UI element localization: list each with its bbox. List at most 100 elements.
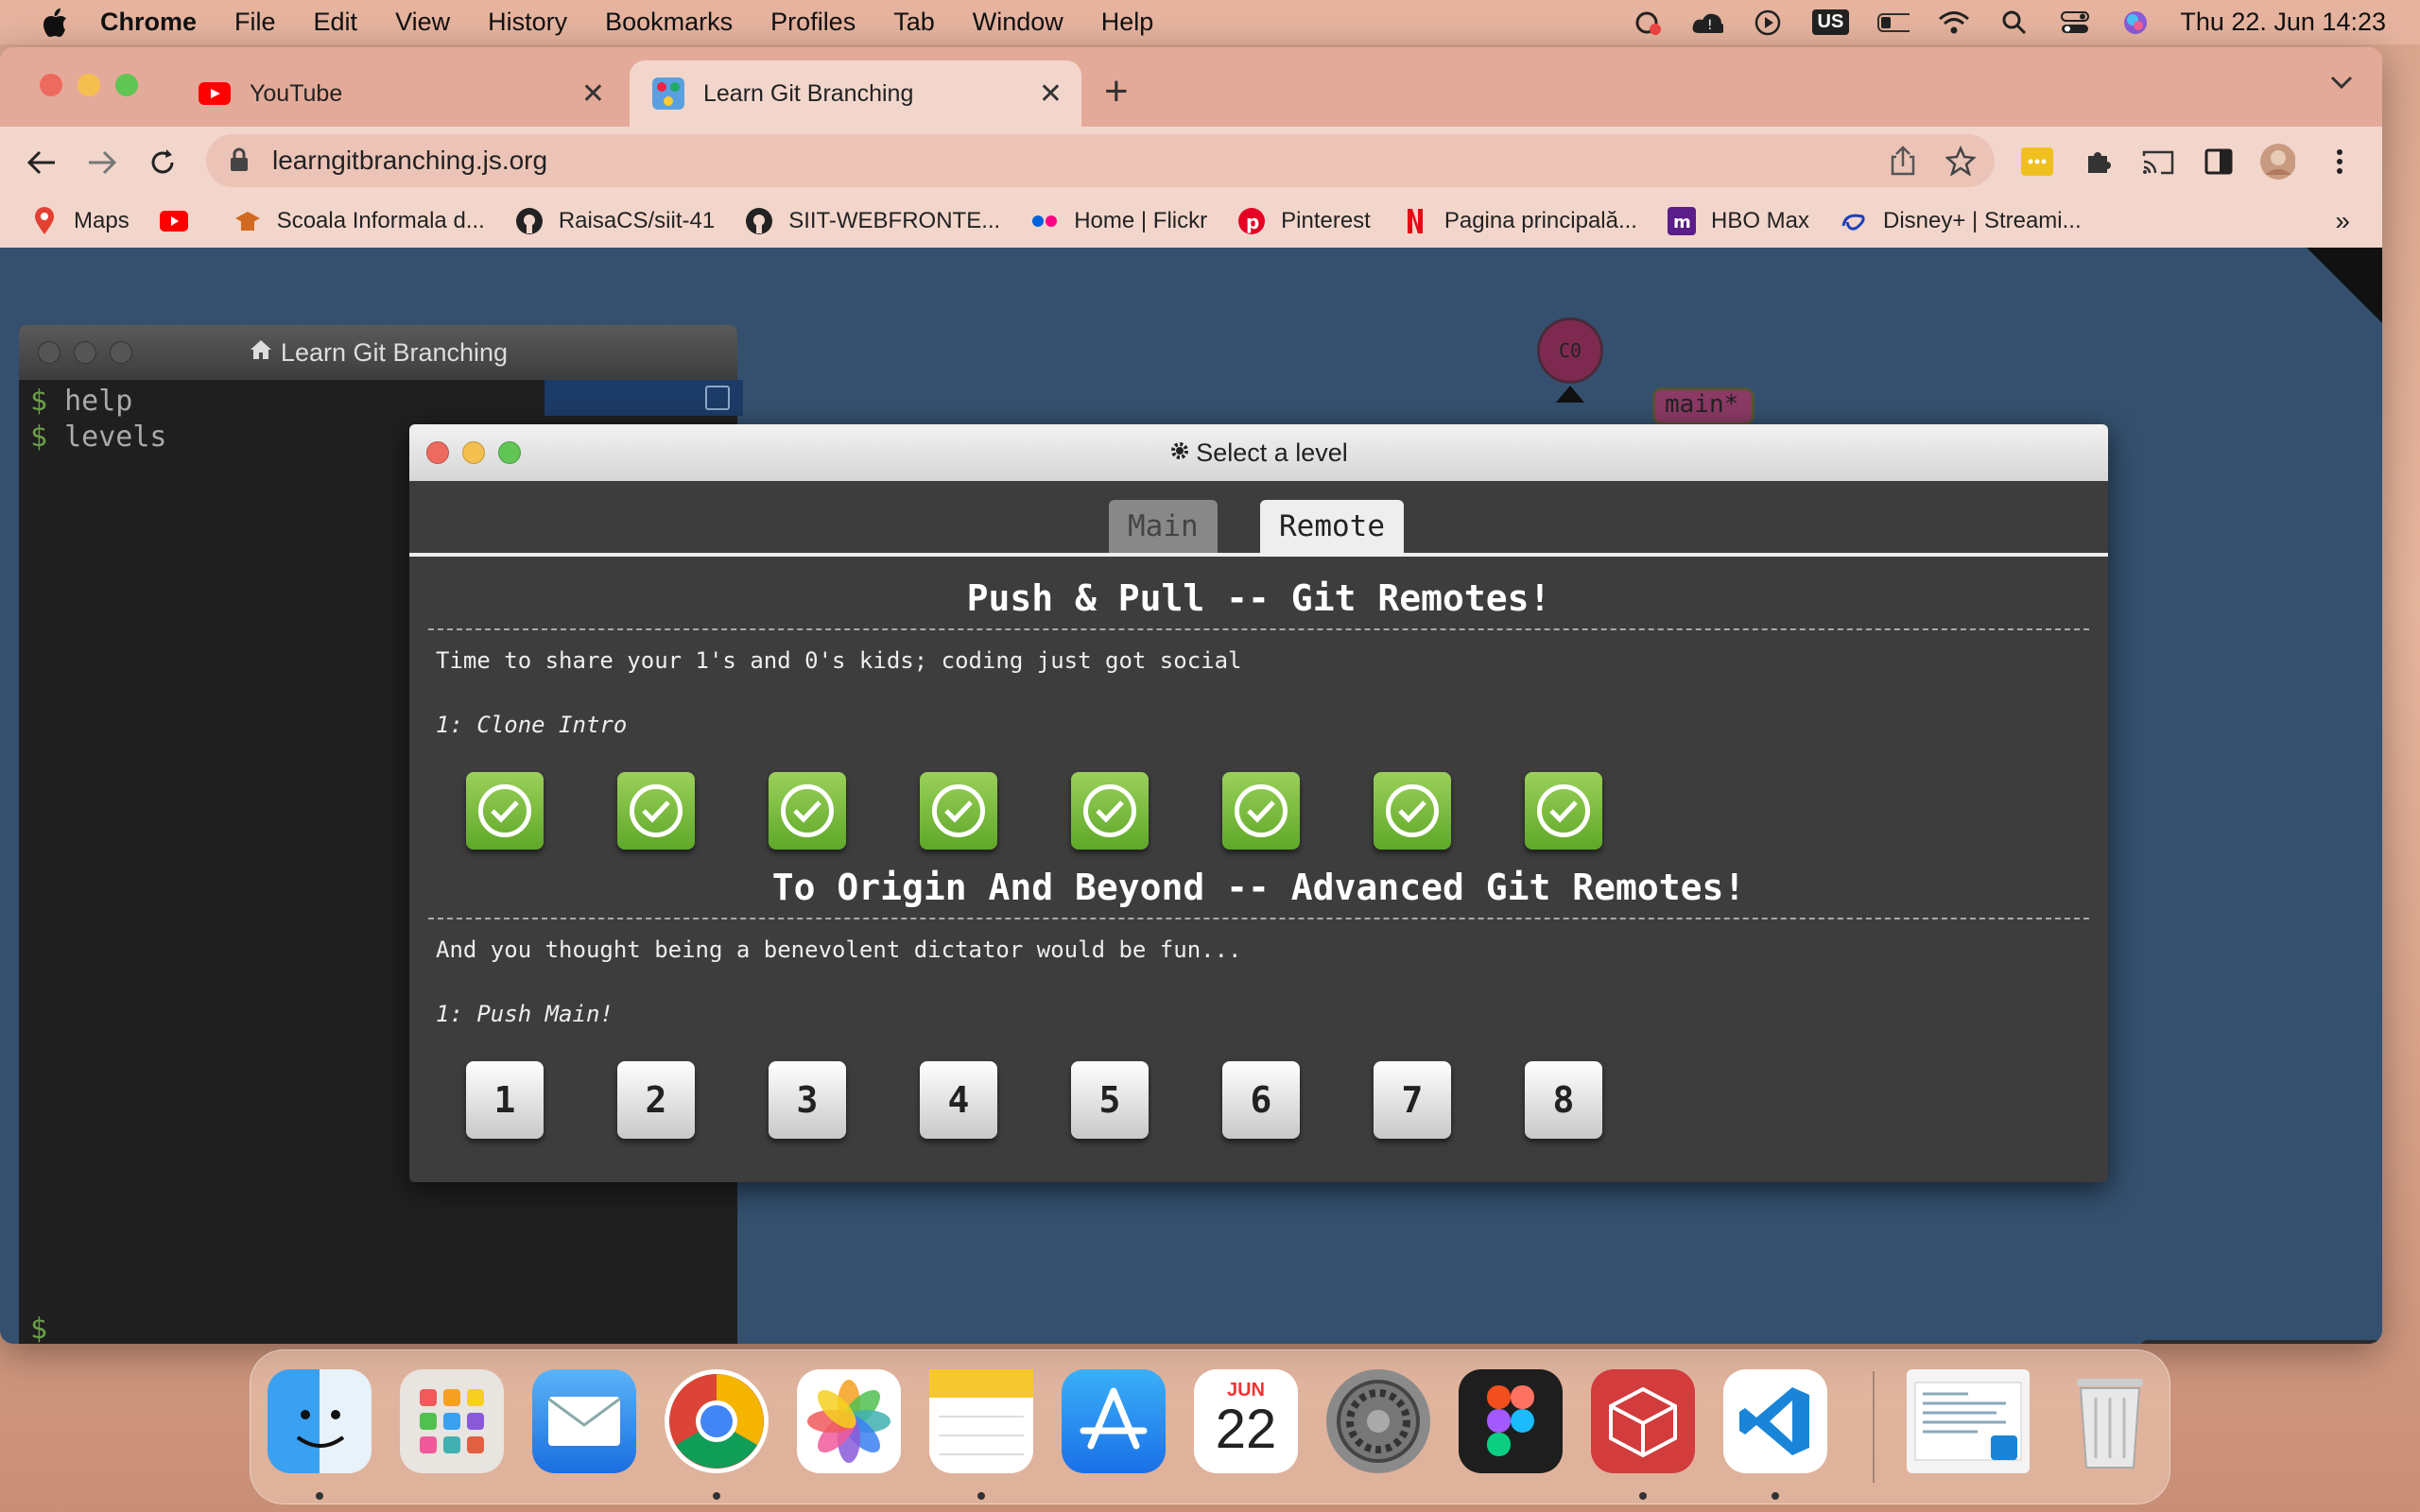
- more-vertical-icon[interactable]: [2322, 144, 2358, 180]
- spotlight-search-icon[interactable]: [1998, 9, 2031, 37]
- input-source-badge[interactable]: US: [1811, 9, 1850, 35]
- bookmark-github-raisacs[interactable]: RaisaCS/siit-41: [515, 207, 715, 235]
- menu-profiles[interactable]: Profiles: [770, 8, 856, 37]
- terminal-zoom-button[interactable]: [110, 341, 132, 364]
- level-5-completed-button[interactable]: [1071, 772, 1149, 850]
- commit-node[interactable]: C0: [1537, 318, 1603, 384]
- level-8-button[interactable]: 8: [1525, 1061, 1602, 1139]
- bookmark-star-icon[interactable]: [1945, 145, 1977, 177]
- extensions-puzzle-icon[interactable]: [2080, 144, 2116, 180]
- tab-remote[interactable]: Remote: [1260, 500, 1404, 553]
- level-4-completed-button[interactable]: [920, 772, 997, 850]
- side-panel-icon[interactable]: [2201, 144, 2237, 180]
- bookmark-pinterest[interactable]: p Pinterest: [1237, 207, 1371, 235]
- bookmark-scoala-informala[interactable]: Scoala Informala d...: [233, 207, 485, 235]
- photos-icon[interactable]: [797, 1369, 901, 1473]
- checkbox-icon[interactable]: [705, 386, 730, 410]
- level-4-button[interactable]: 4: [920, 1061, 997, 1139]
- level-5-button[interactable]: 5: [1071, 1061, 1149, 1139]
- menu-help[interactable]: Help: [1101, 8, 1154, 37]
- menu-bookmarks[interactable]: Bookmarks: [605, 8, 733, 37]
- tab-close-icon[interactable]: ✕: [581, 77, 605, 111]
- close-window-button[interactable]: [40, 74, 62, 96]
- github-corner-icon[interactable]: [2307, 248, 2382, 323]
- play-circle-icon[interactable]: [1752, 9, 1784, 37]
- new-tab-button[interactable]: +: [1104, 68, 1129, 115]
- bookmark-hbo-max[interactable]: m HBO Max: [1667, 207, 1809, 235]
- apple-icon[interactable]: [36, 4, 74, 42]
- control-center-icon[interactable]: [2059, 9, 2091, 37]
- bookmark-flickr[interactable]: Home | Flickr: [1030, 207, 1207, 235]
- extension-yellow-icon[interactable]: [2019, 144, 2055, 180]
- finder-icon[interactable]: [268, 1369, 372, 1473]
- dialog-close-button[interactable]: [426, 441, 449, 464]
- url-text[interactable]: learngitbranching.js.org: [272, 146, 547, 176]
- siri-icon[interactable]: [2119, 9, 2152, 37]
- trash-icon[interactable]: [2058, 1369, 2162, 1473]
- menu-app-name[interactable]: Chrome: [100, 8, 197, 37]
- chrome-icon[interactable]: [665, 1369, 769, 1473]
- terminal-close-button[interactable]: [38, 341, 60, 364]
- branch-label[interactable]: main*: [1652, 387, 1754, 425]
- dialog-minimize-button[interactable]: [462, 441, 485, 464]
- level-7-completed-button[interactable]: [1374, 772, 1451, 850]
- wifi-icon[interactable]: [1938, 9, 1970, 37]
- profile-avatar[interactable]: [2259, 144, 2295, 180]
- sequence-description: And you thought being a benevolent dicta…: [436, 936, 1242, 963]
- level-6-completed-button[interactable]: [1222, 772, 1300, 850]
- level-2-button[interactable]: 2: [617, 1061, 695, 1139]
- cast-icon[interactable]: [2140, 144, 2176, 180]
- bookmark-youtube[interactable]: [159, 207, 203, 235]
- menubar-clock[interactable]: Thu 22. Jun 14:23: [2180, 8, 2386, 37]
- reload-icon[interactable]: [144, 144, 182, 181]
- notes-icon[interactable]: [929, 1369, 1033, 1473]
- level-3-button[interactable]: 3: [769, 1061, 846, 1139]
- level-1-button[interactable]: 1: [466, 1061, 544, 1139]
- zoom-window-button[interactable]: [115, 74, 138, 96]
- menu-tab[interactable]: Tab: [893, 8, 935, 37]
- bookmark-github-siit[interactable]: SIIT-WEBFRONTE...: [745, 207, 1000, 235]
- share-icon[interactable]: [1889, 146, 1919, 176]
- cloud-alert-icon[interactable]: !: [1691, 9, 1723, 37]
- menu-history[interactable]: History: [488, 8, 567, 37]
- launchpad-icon[interactable]: [400, 1369, 504, 1473]
- menu-edit[interactable]: Edit: [314, 8, 358, 37]
- vscode-icon[interactable]: [1723, 1369, 1827, 1473]
- bookmark-disney-plus[interactable]: Disney+ | Streami...: [1840, 207, 2082, 235]
- tab-learn-git-branching[interactable]: Learn Git Branching ✕: [630, 60, 1081, 127]
- menu-view[interactable]: View: [395, 8, 450, 37]
- tab-main[interactable]: Main: [1109, 500, 1218, 553]
- level-8-completed-button[interactable]: [1525, 772, 1602, 850]
- menu-window[interactable]: Window: [973, 8, 1063, 37]
- terminal-minimize-button[interactable]: [74, 341, 96, 364]
- tab-close-icon[interactable]: ✕: [1039, 77, 1063, 111]
- figma-icon[interactable]: [1459, 1369, 1563, 1473]
- dialog-zoom-button[interactable]: [498, 441, 521, 464]
- tab-search-chevron-icon[interactable]: [2329, 74, 2354, 95]
- system-settings-icon[interactable]: [1326, 1369, 1430, 1473]
- forward-arrow-icon[interactable]: [83, 144, 121, 181]
- level-3-completed-button[interactable]: [769, 772, 846, 850]
- rubiks-cube-app-icon[interactable]: [1591, 1369, 1695, 1473]
- recent-document-thumbnail[interactable]: [1907, 1369, 2030, 1473]
- tab-youtube[interactable]: YouTube ✕: [176, 60, 624, 127]
- bookmark-netflix[interactable]: Pagina principală...: [1401, 207, 1637, 235]
- address-bar[interactable]: learngitbranching.js.org: [206, 134, 1995, 187]
- mail-icon[interactable]: [532, 1369, 636, 1473]
- bookmark-maps[interactable]: Maps: [30, 207, 130, 235]
- back-arrow-icon[interactable]: [23, 144, 60, 181]
- lock-icon[interactable]: [229, 146, 251, 175]
- bookmarks-overflow-button[interactable]: »: [2335, 206, 2350, 236]
- calendar-icon[interactable]: JUN 22: [1194, 1369, 1298, 1473]
- level-7-button[interactable]: 7: [1374, 1061, 1451, 1139]
- dialog-titlebar: Select a level: [409, 424, 2108, 481]
- battery-icon[interactable]: [1877, 9, 1910, 37]
- menu-file[interactable]: File: [234, 8, 276, 37]
- app-store-icon[interactable]: [1062, 1369, 1166, 1473]
- creative-cloud-icon[interactable]: [1631, 9, 1663, 37]
- level-1-completed-button[interactable]: [466, 772, 544, 850]
- minimize-window-button[interactable]: [78, 74, 100, 96]
- terminal-input-prompt[interactable]: $: [30, 1313, 47, 1344]
- level-6-button[interactable]: 6: [1222, 1061, 1300, 1139]
- level-2-completed-button[interactable]: [617, 772, 695, 850]
